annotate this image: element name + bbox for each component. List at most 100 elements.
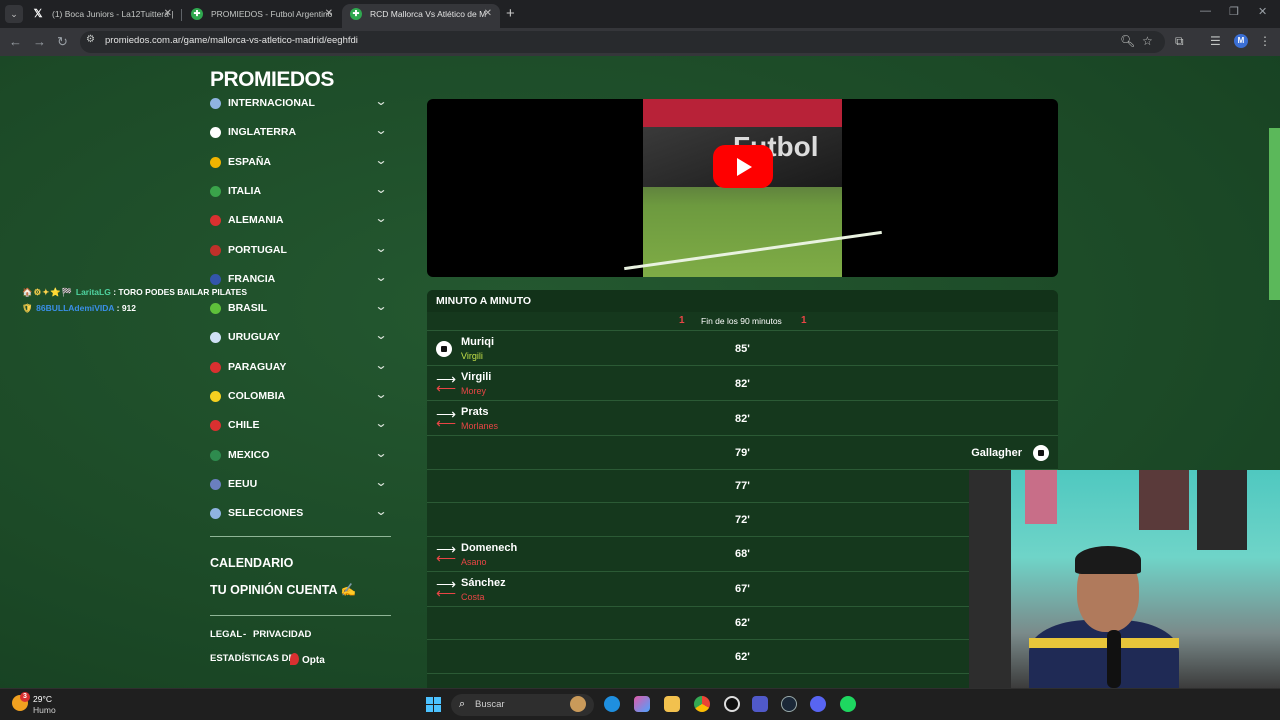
chevron-down-icon[interactable]: ⌄ xyxy=(374,94,387,108)
spotify-icon[interactable] xyxy=(840,696,856,712)
chevron-down-icon[interactable]: ⌄ xyxy=(374,153,387,167)
event-minute: 79' xyxy=(735,446,750,459)
tab-search-icon[interactable]: ⌄ xyxy=(5,5,23,23)
tab-boca-juniors[interactable]: 𝕏 (1) Boca Juniors - La12Tuittera | ✕ xyxy=(24,4,180,28)
close-icon[interactable]: ✕ xyxy=(484,4,492,24)
steam-icon[interactable] xyxy=(781,696,797,712)
event-minute: 67' xyxy=(735,583,750,595)
event-player: Prats xyxy=(461,406,489,418)
site-info-icon[interactable]: ⚙ xyxy=(86,34,95,45)
away-score: 1 xyxy=(801,315,807,326)
chevron-down-icon[interactable]: ⌄ xyxy=(374,123,387,137)
event-minute: 68' xyxy=(735,548,750,560)
sidebar-divider xyxy=(210,615,391,616)
window-close-icon[interactable]: ✕ xyxy=(1258,5,1267,18)
promiedos-icon: ✚ xyxy=(350,8,362,20)
chevron-down-icon[interactable]: ⌄ xyxy=(374,387,387,401)
flag-icon xyxy=(210,449,221,461)
address-bar[interactable]: ⚙ promiedos.com.ar/game/mallorca-vs-atle… xyxy=(80,31,1165,53)
flag-icon xyxy=(210,244,221,256)
copilot-icon[interactable] xyxy=(634,696,650,712)
more-menu-icon[interactable]: ⋮ xyxy=(1259,34,1271,48)
restore-icon[interactable]: ❐ xyxy=(1229,5,1239,18)
obs-icon[interactable] xyxy=(724,696,740,712)
menu-item-internacional[interactable]: INTERNACIONAL ⌄ xyxy=(210,94,390,114)
chevron-down-icon[interactable]: ⌄ xyxy=(374,211,387,225)
menu-item-mexico[interactable]: MEXICO ⌄ xyxy=(210,446,390,466)
webcam-shirt-stripe xyxy=(1029,638,1179,648)
opinion-link[interactable]: TU OPINIÓN CUENTA ✍️ xyxy=(210,583,356,598)
file-explorer-icon[interactable] xyxy=(664,696,680,712)
menu-item-alemania[interactable]: ALEMANIA ⌄ xyxy=(210,211,390,231)
minimize-icon[interactable]: — xyxy=(1200,5,1211,17)
menu-item-paraguay[interactable]: PARAGUAY ⌄ xyxy=(210,358,390,378)
tab-mallorca-atletico[interactable]: ✚ RCD Mallorca Vs Atlético de M ✕ xyxy=(342,4,500,28)
menu-item-brasil[interactable]: BRASIL ⌄ xyxy=(210,299,390,319)
chevron-down-icon[interactable]: ⌄ xyxy=(374,475,387,489)
forward-icon[interactable]: → xyxy=(33,33,46,51)
event-player: Domenech xyxy=(461,541,518,554)
chevron-down-icon[interactable]: ⌄ xyxy=(374,416,387,430)
tab-promiedos[interactable]: ✚ PROMIEDOS - Futbol Argentino ✕ xyxy=(183,4,341,28)
edge-icon[interactable] xyxy=(604,696,620,712)
teams-icon[interactable] xyxy=(752,696,768,712)
chevron-down-icon[interactable]: ⌄ xyxy=(374,182,387,196)
media-control-icon[interactable]: ☰ xyxy=(1210,34,1221,48)
event-player: Muriqi xyxy=(461,336,494,348)
page-scrollbar[interactable] xyxy=(1269,128,1280,300)
bookmark-star-icon[interactable]: ☆ xyxy=(1142,34,1153,48)
flag-icon xyxy=(210,215,221,227)
chevron-down-icon[interactable]: ⌄ xyxy=(374,358,387,372)
reload-icon[interactable]: ↻ xyxy=(57,33,68,51)
chevron-down-icon[interactable]: ⌄ xyxy=(374,299,387,313)
flag-icon xyxy=(210,420,221,432)
close-icon[interactable]: ✕ xyxy=(164,4,172,24)
chevron-down-icon[interactable]: ⌄ xyxy=(374,504,387,518)
browser-toolbar: ← → ↻ ⚙ promiedos.com.ar/game/mallorca-v… xyxy=(0,28,1280,56)
discord-icon[interactable] xyxy=(810,696,826,712)
menu-item-inglaterra[interactable]: INGLATERRA ⌄ xyxy=(210,123,390,143)
menu-item-colombia[interactable]: COLOMBIA ⌄ xyxy=(210,387,390,407)
promiedos-logo[interactable]: PROMIEDOS xyxy=(210,68,334,92)
play-icon xyxy=(737,158,752,176)
menu-item-uruguay[interactable]: URUGUAY ⌄ xyxy=(210,328,390,348)
menu-item-españa[interactable]: ESPAÑA ⌄ xyxy=(210,153,390,173)
menu-item-label: MEXICO xyxy=(228,448,270,461)
chevron-down-icon[interactable]: ⌄ xyxy=(374,270,387,284)
opta-logo[interactable]: Opta xyxy=(290,653,325,666)
chevron-down-icon[interactable]: ⌄ xyxy=(374,446,387,460)
menu-item-label: URUGUAY xyxy=(228,331,281,344)
calendario-link[interactable]: CALENDARIO xyxy=(210,556,293,570)
panel-title: MINUTO A MINUTO xyxy=(436,295,532,307)
home-score: 1 xyxy=(679,315,685,326)
extensions-icon[interactable]: ⧉ xyxy=(1175,34,1184,49)
menu-item-chile[interactable]: CHILE ⌄ xyxy=(210,416,390,436)
play-button[interactable] xyxy=(713,145,773,188)
event-row: ⟶ ⟵ Prats Morlanes 82' xyxy=(427,401,1058,436)
x-icon: 𝕏 xyxy=(33,8,43,20)
chevron-down-icon[interactable]: ⌄ xyxy=(374,241,387,255)
back-icon[interactable]: ← xyxy=(9,33,22,51)
legal-link[interactable]: LEGAL xyxy=(210,629,242,640)
profile-avatar[interactable]: M xyxy=(1234,34,1248,48)
zoom-icon[interactable]: 🔍︎ xyxy=(1120,34,1135,48)
chevron-down-icon[interactable]: ⌄ xyxy=(374,328,387,342)
video-player[interactable]: Futbol xyxy=(427,99,1058,277)
close-icon[interactable]: ✕ xyxy=(325,4,333,24)
event-row: ⟶ ⟵ Virgili Morey 82' xyxy=(427,366,1058,401)
menu-item-label: INTERNACIONAL xyxy=(228,97,315,109)
chat-username: 86BULLAdemiVIDA xyxy=(36,303,115,313)
new-tab-icon[interactable]: + xyxy=(506,5,515,23)
pitch-line xyxy=(624,230,882,271)
event-row: 79' Gallagher xyxy=(427,436,1058,470)
chrome-icon[interactable] xyxy=(694,696,710,712)
menu-item-portugal[interactable]: PORTUGAL ⌄ xyxy=(210,241,390,261)
menu-item-italia[interactable]: ITALIA ⌄ xyxy=(210,182,390,202)
temperature: 29°C xyxy=(33,694,52,704)
event-detail: Morlanes xyxy=(461,421,499,431)
windows-start-icon[interactable] xyxy=(426,697,442,713)
search-icon: ⌕ xyxy=(459,698,466,710)
menu-item-selecciones[interactable]: SELECCIONES ⌄ xyxy=(210,504,390,524)
menu-item-eeuu[interactable]: EEUU ⌄ xyxy=(210,475,390,495)
privacidad-link[interactable]: PRIVACIDAD xyxy=(253,629,311,640)
